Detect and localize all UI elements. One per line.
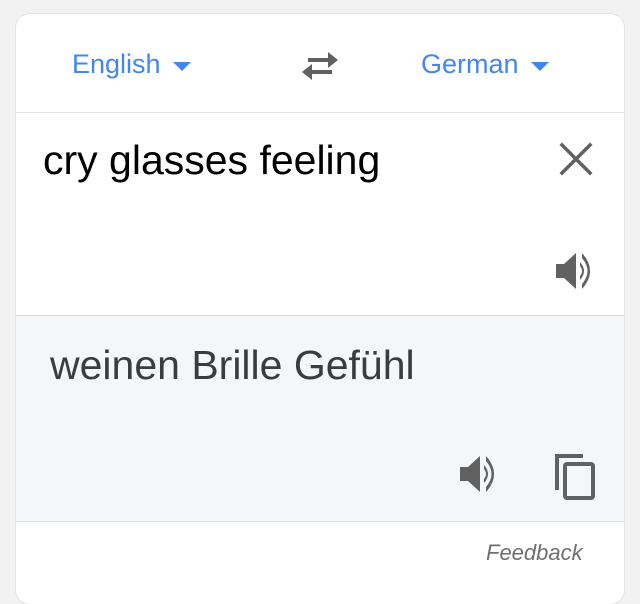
close-icon bbox=[559, 142, 593, 176]
translated-text: weinen Brille Gefühl bbox=[50, 342, 415, 388]
source-language-selector[interactable]: English bbox=[72, 46, 191, 82]
clear-input-button[interactable] bbox=[556, 139, 596, 179]
translate-card: English German cry glasses feeling weine… bbox=[16, 14, 624, 604]
source-language-label: English bbox=[72, 48, 161, 79]
translation-area: weinen Brille Gefühl bbox=[16, 316, 624, 522]
target-dropdown-caret-icon bbox=[530, 61, 549, 71]
speaker-icon bbox=[460, 456, 494, 492]
listen-source-button[interactable] bbox=[552, 249, 600, 293]
speaker-icon bbox=[556, 253, 590, 289]
swap-languages-button[interactable] bbox=[298, 48, 342, 84]
feedback-link[interactable]: Feedback bbox=[486, 540, 583, 566]
source-text-area[interactable]: cry glasses feeling bbox=[16, 113, 624, 316]
copy-translation-button[interactable] bbox=[551, 452, 599, 502]
language-bar: English German bbox=[16, 14, 624, 113]
target-language-label: German bbox=[421, 48, 519, 79]
target-language-selector[interactable]: German bbox=[421, 46, 549, 82]
swap-arrows-icon bbox=[302, 52, 338, 80]
listen-translation-button[interactable] bbox=[456, 452, 504, 496]
source-dropdown-caret-icon bbox=[172, 61, 191, 71]
copy-icon bbox=[555, 454, 595, 500]
source-text[interactable]: cry glasses feeling bbox=[43, 137, 380, 184]
